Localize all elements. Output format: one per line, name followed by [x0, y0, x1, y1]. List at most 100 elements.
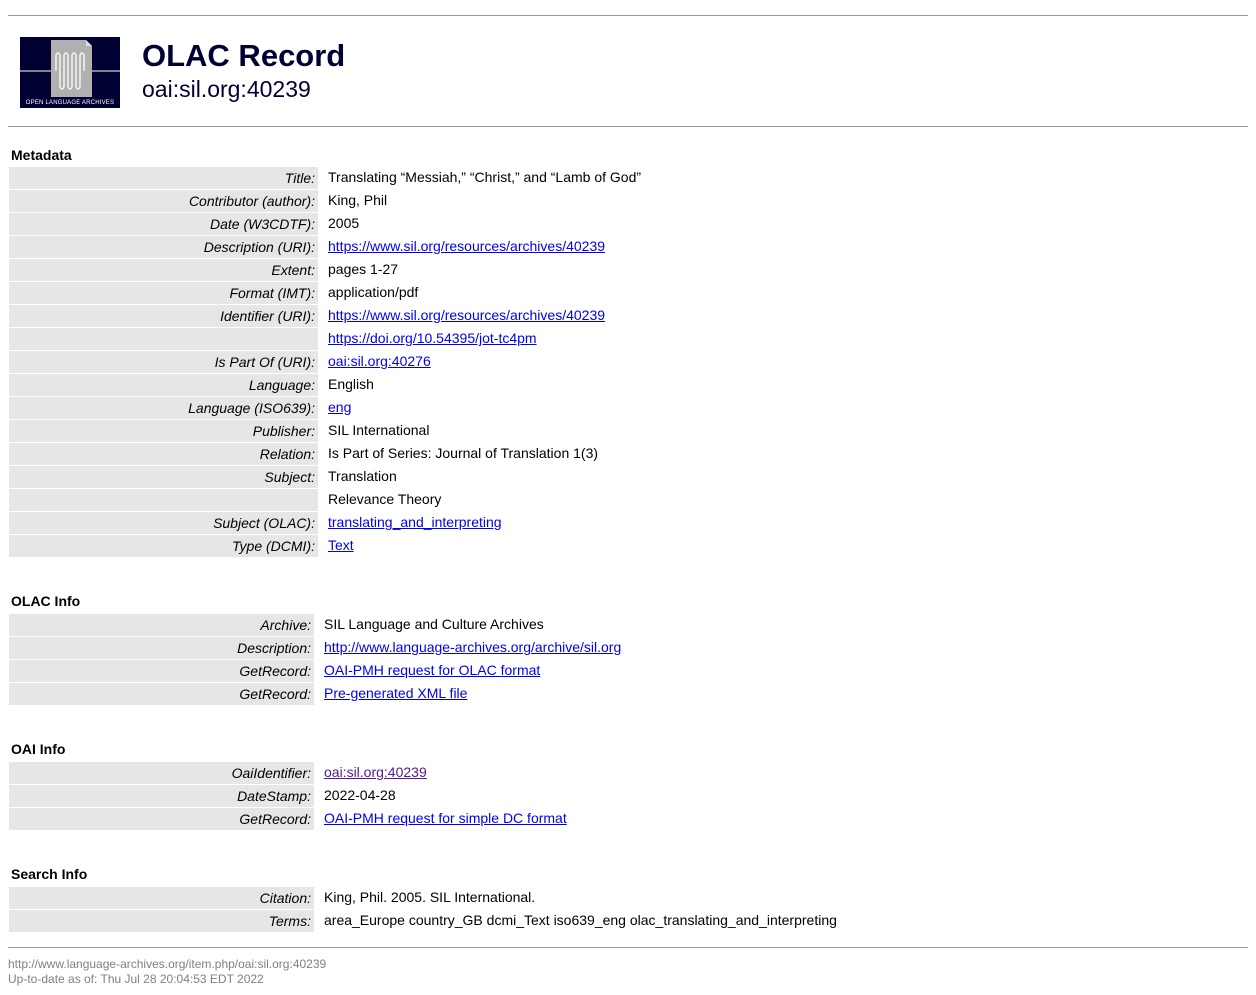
table-row: Identifier (URI): https://www.sil.org/res… [8, 304, 1248, 327]
field-label: GetRecord: [9, 683, 314, 705]
field-link[interactable]: http://www.language-archives.org/archive… [324, 639, 621, 655]
table-row: Extent: pages 1-27 [8, 258, 1248, 281]
table-row: Relevance Theory [8, 488, 1248, 511]
field-label: Language (ISO639): [9, 397, 318, 419]
table-row: Description: http://www.language-archives… [8, 636, 1248, 659]
table-row: Subject: Translation [8, 465, 1248, 488]
field-value: Translating “Messiah,” “Christ,” and “La… [328, 169, 642, 185]
table-row: Subject (OLAC): translating_and_interpret… [8, 511, 1248, 534]
search-info-table: Citation: King, Phil. 2005. SIL Internati… [8, 886, 1248, 932]
field-link[interactable]: OAI-PMH request for OLAC format [324, 662, 540, 678]
table-row: Language: English [8, 373, 1248, 396]
table-row: Archive: SIL Language and Culture Archive… [8, 613, 1248, 636]
field-label: GetRecord: [9, 808, 314, 830]
field-value: OAI-PMH request for simple DC format [314, 807, 567, 830]
metadata-heading: Metadata [11, 147, 72, 163]
field-label: Relation: [9, 443, 318, 465]
field-link[interactable]: https://doi.org/10.54395/jot-tc4pm [328, 330, 537, 346]
olac-info-table: Archive: SIL Language and Culture Archive… [8, 613, 1248, 705]
field-value: https://www.sil.org/resources/archives/4… [318, 304, 605, 327]
field-label: Description (URI): [9, 236, 318, 258]
field-link[interactable]: oai:sil.org:40276 [328, 353, 431, 369]
field-label: Publisher: [9, 420, 318, 442]
table-row: Format (IMT): application/pdf [8, 281, 1248, 304]
field-label: Subject (OLAC): [9, 512, 318, 534]
table-row: Contributor (author): King, Phil [8, 189, 1248, 212]
field-value: pages 1-27 [328, 261, 399, 277]
field-label: Citation: [9, 887, 314, 909]
field-link[interactable]: Text [328, 537, 354, 553]
search-info-heading: Search Info [11, 866, 88, 882]
table-row: Type (DCMI): Text [8, 534, 1248, 557]
table-row: Is Part Of (URI): oai:sil.org:40276 [8, 350, 1248, 373]
field-label: Type (DCMI): [9, 535, 318, 557]
header-divider [8, 126, 1248, 127]
field-label: Description: [9, 637, 314, 659]
table-row: https://doi.org/10.54395/jot-tc4pm [8, 327, 1248, 350]
logo-caption: OPEN LANGUAGE ARCHIVES [25, 100, 115, 106]
field-link[interactable]: eng [328, 399, 351, 415]
field-label: Identifier (URI): [9, 305, 318, 327]
table-row: OaiIdentifier: oai:sil.org:40239 [8, 761, 1248, 784]
table-row: DateStamp: 2022-04-28 [8, 784, 1248, 807]
metadata-table: Title: Translating “Messiah,” “Christ,” a… [8, 166, 1248, 557]
field-label: Subject: [9, 466, 318, 488]
table-row: Terms: area_Europe country_GB dcmi_Text i… [8, 909, 1248, 932]
field-link[interactable]: https://www.sil.org/resources/archives/4… [328, 238, 605, 254]
table-row: Citation: King, Phil. 2005. SIL Internati… [8, 886, 1248, 909]
field-link[interactable]: translating_and_interpreting [328, 514, 502, 530]
field-value: oai:sil.org:40276 [318, 350, 431, 373]
olac-logo: OPEN LANGUAGE ARCHIVES [20, 37, 120, 108]
table-row: GetRecord: OAI-PMH request for simple DC … [8, 807, 1248, 830]
field-link[interactable]: oai:sil.org:40239 [324, 764, 427, 780]
field-label [9, 489, 318, 511]
field-value: King, Phil. 2005. SIL International. [324, 889, 536, 905]
field-value: application/pdf [328, 284, 419, 300]
field-link[interactable]: OAI-PMH request for simple DC format [324, 810, 567, 826]
footer-url: http://www.language-archives.org/item.ph… [8, 957, 327, 971]
table-row: Publisher: SIL International [8, 419, 1248, 442]
field-value: 2022-04-28 [324, 787, 396, 803]
field-value: Pre-generated XML file [314, 682, 467, 705]
field-label: DateStamp: [9, 785, 314, 807]
field-value: Is Part of Series: Journal of Translatio… [328, 445, 599, 461]
field-label: GetRecord: [9, 660, 314, 682]
field-value: King, Phil [328, 192, 388, 208]
table-row: Language (ISO639): eng [8, 396, 1248, 419]
field-value: oai:sil.org:40239 [314, 761, 427, 784]
field-label: Language: [9, 374, 318, 396]
footer-updated: Up-to-date as of: Thu Jul 28 20:04:53 ED… [8, 972, 264, 986]
table-row: Relation: Is Part of Series: Journal of T… [8, 442, 1248, 465]
top-divider [8, 15, 1248, 16]
field-label: Format (IMT): [9, 282, 318, 304]
field-label: Terms: [9, 910, 314, 932]
field-label: Title: [9, 167, 318, 189]
table-row: GetRecord: Pre-generated XML file [8, 682, 1248, 705]
field-value: area_Europe country_GB dcmi_Text iso639_… [324, 912, 837, 928]
field-label: Archive: [9, 614, 314, 636]
field-link[interactable]: Pre-generated XML file [324, 685, 467, 701]
olac-info-heading: OLAC Info [11, 593, 81, 609]
field-value: Relevance Theory [328, 491, 442, 507]
field-value: eng [318, 396, 351, 419]
table-row: Title: Translating “Messiah,” “Christ,” a… [8, 166, 1248, 189]
field-value: http://www.language-archives.org/archive… [314, 636, 621, 659]
field-value: translating_and_interpreting [318, 511, 502, 534]
field-value: 2005 [328, 215, 360, 231]
field-link[interactable]: https://www.sil.org/resources/archives/4… [328, 307, 605, 323]
field-label: OaiIdentifier: [9, 762, 314, 784]
table-row: Date (W3CDTF): 2005 [8, 212, 1248, 235]
field-value: https://www.sil.org/resources/archives/4… [318, 235, 605, 258]
field-value: https://doi.org/10.54395/jot-tc4pm [318, 327, 537, 350]
oai-info-heading: OAI Info [11, 741, 66, 757]
oai-info-table: OaiIdentifier: oai:sil.org:40239 DateStamp… [8, 761, 1248, 830]
field-label: Extent: [9, 259, 318, 281]
footer-divider [8, 947, 1248, 948]
field-value: English [328, 376, 374, 392]
field-label: Contributor (author): [9, 190, 318, 212]
field-value: SIL Language and Culture Archives [324, 616, 544, 632]
field-label: Date (W3CDTF): [9, 213, 318, 235]
table-row: GetRecord: OAI-PMH request for OLAC forma… [8, 659, 1248, 682]
table-row: Description (URI): https://www.sil.org/re… [8, 235, 1248, 258]
field-value: Text [318, 534, 354, 557]
